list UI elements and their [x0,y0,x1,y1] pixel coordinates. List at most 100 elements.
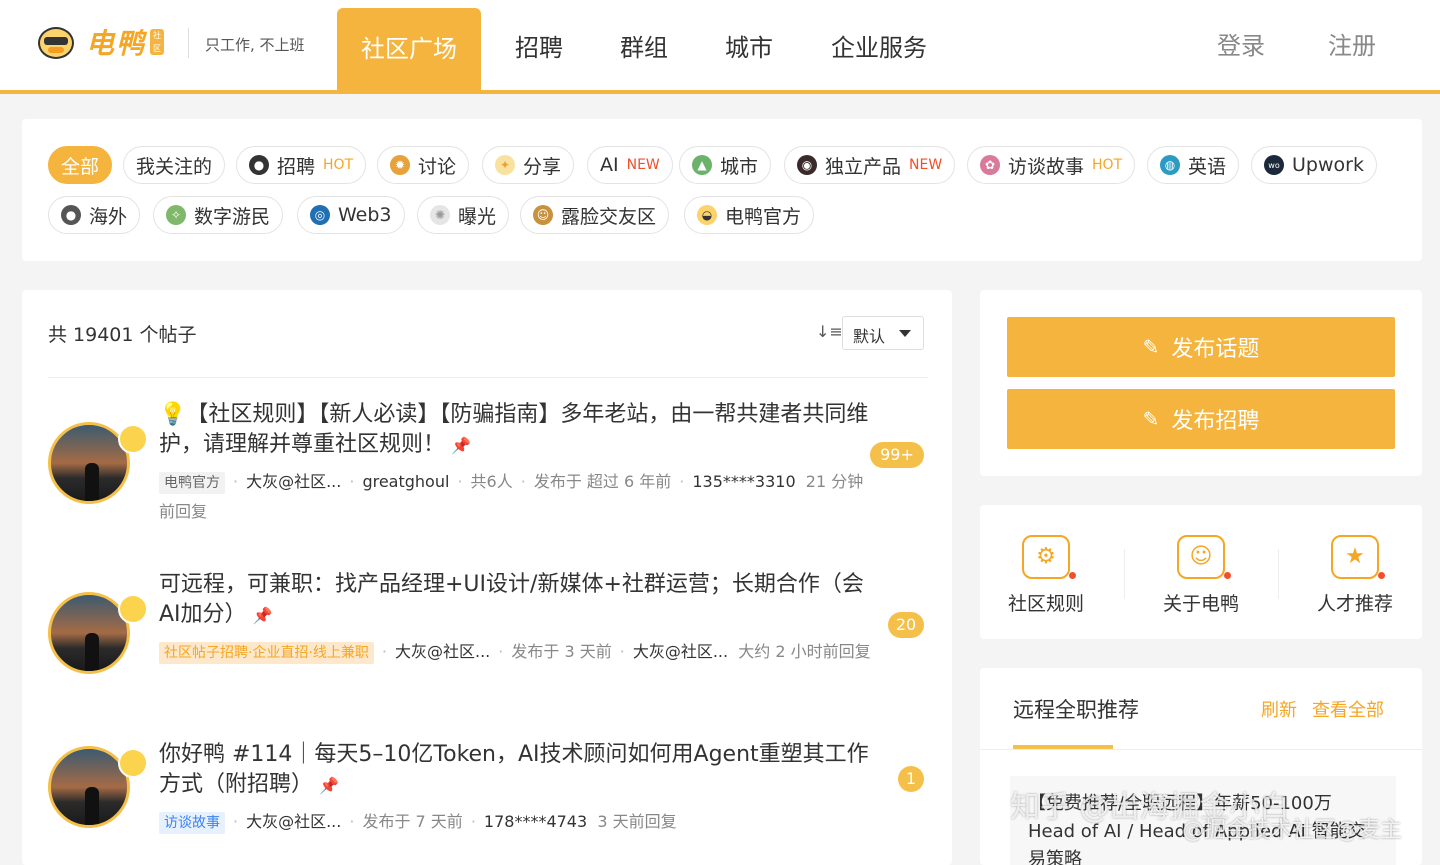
post-author[interactable]: 大灰@社区... [395,642,490,661]
chip-overseas[interactable]: ● 海外 [48,196,141,234]
chip-city[interactable]: ▲ 城市 [679,146,772,184]
post-title[interactable]: 你好鸭 #114｜每天5–10亿Token，AI技术顾问如何用Agent重塑其工… [159,740,879,801]
sparkle-icon: ✦ [495,155,515,175]
remote-jobs-title: 远程全职推荐 [1013,698,1139,722]
duck-logo-icon [36,23,76,61]
chip-ai[interactable]: AI NEW [587,146,673,184]
duck-badge-icon [118,594,148,624]
post-time: 发布于 3 天前 [511,642,612,661]
publish-topic-button[interactable]: ✎ 发布话题 [1007,317,1395,377]
logo-divider [188,28,189,58]
exposure-icon: ✺ [430,205,450,225]
new-tag: NEW [909,157,943,173]
post-tag[interactable]: 社区帖子招聘·企业直招·线上兼职 [159,642,374,664]
sort-value: 默认 [853,327,886,346]
chip-label: 电鸭官方 [725,205,802,228]
post-meta: 电鸭官方 · 大灰@社区... · greatghoul · 共6人 · 发布于 超过 6 年前… [159,472,864,521]
caret-down-icon [899,330,911,337]
login-link[interactable]: 登录 [1217,26,1265,61]
duck-badge-icon [118,748,148,778]
gear-icon: ✹ [390,155,410,175]
quick-link-label: 关于电鸭 [1162,593,1239,615]
chip-all[interactable]: 全部 [48,146,113,184]
new-tag: NEW [626,157,660,173]
chip-exposure[interactable]: ✺ 曝光 [417,196,510,234]
overseas-icon: ● [61,205,81,225]
pencil-icon: ✎ [1142,407,1160,431]
quick-link-about[interactable]: ☺ 关于电鸭 [1141,535,1261,616]
chip-label: 曝光 [458,205,497,228]
last-replier[interactable]: 大灰@社区... [633,642,728,661]
pencil-icon: ✎ [1142,335,1160,359]
chip-label: 我关注的 [136,155,213,178]
nav-community[interactable]: 社区广场 [337,8,481,90]
hot-tag: HOT [323,157,354,173]
refresh-link[interactable]: 刷新 [1261,696,1297,722]
globe-icon: ◍ [1160,155,1180,175]
button-label: 发布话题 [1171,337,1260,362]
chip-discussion[interactable]: ✹ 讨论 [377,146,470,184]
duck-icon: ☺ [1177,535,1231,579]
chip-label: 英语 [1188,155,1227,178]
nav-cities[interactable]: 城市 [710,0,788,90]
quick-link-label: 社区规则 [1007,593,1084,615]
chip-jobs[interactable]: ● 招聘 HOT [236,146,367,184]
user-icon: ● [249,155,269,175]
post-meta: 社区帖子招聘·企业直招·线上兼职 · 大灰@社区... · 发布于 3 天前 · 大灰@社区… [159,637,879,667]
sort-order-icon[interactable]: ↓≡ [816,322,843,341]
nomad-icon: ✧ [166,205,186,225]
chip-share[interactable]: ✦ 分享 [482,146,575,184]
quick-link-talent[interactable]: ★ 人才推荐 [1295,535,1415,616]
chip-official[interactable]: ◒ 电鸭官方 [684,196,815,234]
face-icon: ☺ [533,205,553,225]
publish-panel: ✎ 发布话题 ✎ 发布招聘 [980,290,1422,476]
chip-web3[interactable]: ◎ Web3 [297,196,405,234]
post-tag[interactable]: 电鸭官方 [159,472,225,494]
chip-upwork[interactable]: wo Upwork [1251,146,1377,184]
post-meta: 访谈故事 · 大灰@社区... · 发布于 7 天前 · 178****4743 3 天前回… [159,807,879,837]
chip-label: AI [600,154,619,176]
product-icon: ◉ [797,155,817,175]
chip-label: 数字游民 [194,205,271,228]
quick-link-rules[interactable]: ⚙ 社区规则 [986,535,1106,616]
post-title[interactable]: 💡【社区规则】【新人必读】【防骗指南】多年老站，由一帮共建者共同维护，请理解并尊… [159,400,879,461]
top-header: 电鸭 社区 只工作, 不上班 社区广场 招聘 群组 城市 企业服务 登录 注册 [0,0,1440,94]
publish-job-button[interactable]: ✎ 发布招聘 [1007,389,1395,449]
duck-icon: ◒ [697,205,717,225]
pin-icon: 📌 [451,436,471,455]
post-author[interactable]: 大灰@社区... [246,812,341,831]
post-author[interactable]: 大灰@社区... [246,472,341,491]
chip-make-friends[interactable]: ☺ 露脸交友区 [520,196,670,234]
replier-name[interactable]: 135****3310 [692,472,795,491]
chip-following[interactable]: 我关注的 [123,146,226,184]
post-title[interactable]: 可远程，可兼职：找产品经理+UI设计/新媒体+社群运营；长期合作（会AI加分） 📌 [159,570,879,631]
post-tag[interactable]: 访谈故事 [159,812,225,834]
chip-label: 讨论 [418,155,457,178]
nav-enterprise[interactable]: 企业服务 [815,0,943,90]
nav-groups[interactable]: 群组 [605,0,683,90]
last-replier[interactable]: greatghoul [362,472,449,491]
replier-name[interactable]: 178****4743 [484,812,587,831]
sort-select[interactable]: 默认 [842,316,924,350]
site-logo[interactable]: 电鸭 社区 [36,22,165,62]
chip-label: Web3 [338,204,392,226]
chip-digital-nomad[interactable]: ✧ 数字游民 [153,196,284,234]
chip-interviews[interactable]: ✿ 访谈故事 HOT [967,146,1136,184]
star-badge-icon: ★ [1331,535,1385,579]
chip-indie-product[interactable]: ◉ 独立产品 NEW [784,146,956,184]
nav-jobs[interactable]: 招聘 [500,0,578,90]
view-all-link[interactable]: 查看全部 [1312,696,1384,722]
upwork-icon: wo [1264,155,1284,175]
chip-english[interactable]: ◍ 英语 [1147,146,1240,184]
category-panel: 全部 我关注的 ● 招聘 HOT ✹ 讨论 ✦ 分享 AI NEW ▲ 城市 ◉ 独立产品 NE… [22,119,1422,261]
register-link[interactable]: 注册 [1328,26,1376,61]
divider [48,377,928,378]
post-time: 发布于 7 天前 [362,812,463,831]
reply-time: 3 天前回复 [597,812,677,831]
duck-badge-icon [118,424,148,454]
logo-text: 电鸭 [86,27,147,60]
hot-tag: HOT [1092,157,1123,173]
city-icon: ▲ [692,155,712,175]
chip-label: 独立产品 [825,155,902,178]
bulb-icon: 💡 [159,402,187,427]
